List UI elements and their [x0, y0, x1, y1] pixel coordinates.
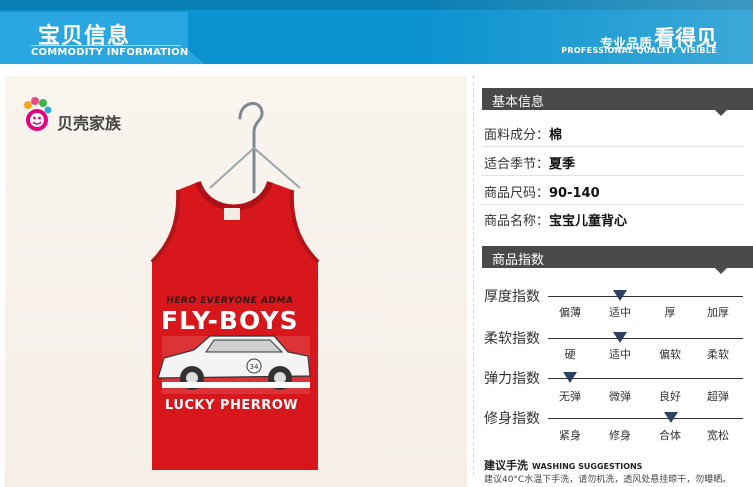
brand-logo-text: 贝壳家族 — [57, 114, 122, 133]
scale-line — [548, 378, 743, 379]
row-divider — [482, 175, 744, 176]
indices-heading-arrow — [715, 268, 727, 274]
header-subtitle: COMMODITY INFORMATION — [31, 47, 189, 58]
scale-option: 厚 — [664, 306, 676, 319]
info-value: 宝宝儿童背心 — [549, 214, 628, 229]
scale-option: 紧身 — [559, 429, 581, 442]
basic-info-heading-text: 基本信息 — [492, 95, 545, 110]
info-row-name: 商品名称：宝宝儿童背心 — [484, 210, 627, 229]
info-key: 面料成分： — [484, 128, 550, 143]
header-banner: 宝贝信息 COMMODITY INFORMATION 专业品质看得见 PROFE… — [0, 0, 753, 64]
info-row-material: 面料成分：棉 — [484, 124, 562, 143]
scale-option: 适中 — [609, 348, 631, 361]
scale-option: 适中 — [609, 306, 631, 319]
scale-label-thickness: 厚度指数 — [484, 289, 540, 305]
header-title-divider — [31, 45, 181, 46]
scale-option: 良好 — [659, 390, 681, 403]
washing-title-cn: 建议手洗 — [484, 459, 528, 472]
scale-line — [548, 338, 743, 339]
slogan-english: PROFESSIONAL QUALITY VISIBLE — [561, 46, 717, 55]
indices-heading: 商品指数 — [482, 246, 753, 268]
scale-marker-fit — [664, 412, 678, 423]
scale-option: 宽松 — [707, 429, 729, 442]
scale-marker-thickness — [613, 290, 627, 301]
print-bottom-text: LUCKY PHERROW — [165, 398, 299, 413]
scale-option: 硬 — [564, 348, 576, 361]
brand-logo-icon — [24, 97, 52, 131]
row-divider — [482, 146, 744, 147]
print-big-text: FLY-BOYS — [161, 306, 299, 335]
scale-label-fit: 修身指数 — [484, 411, 540, 427]
indices-heading-text: 商品指数 — [492, 253, 545, 268]
info-key: 商品名称： — [484, 214, 550, 229]
scale-option: 加厚 — [707, 306, 729, 319]
scale-option: 偏软 — [659, 348, 681, 361]
scale-label-elasticity: 弹力指数 — [484, 371, 540, 387]
dotted-divider — [473, 76, 474, 476]
basic-info-heading-arrow — [715, 110, 727, 116]
print-small-text: HERO EVERYONE ADMA — [165, 296, 294, 306]
row-divider — [482, 204, 744, 205]
scale-option: 偏薄 — [559, 306, 581, 319]
info-key: 商品尺码： — [484, 186, 550, 201]
info-value: 夏季 — [549, 157, 576, 172]
info-value: 90-140 — [549, 186, 600, 201]
scale-option: 修身 — [609, 429, 631, 442]
scale-line — [548, 296, 743, 297]
washing-title-en: WASHING SUGGESTIONS — [532, 462, 643, 471]
scale-label-softness: 柔软指数 — [484, 331, 540, 347]
scale-option: 柔软 — [707, 348, 729, 361]
car-number: 34 — [250, 363, 259, 371]
scale-marker-elasticity — [563, 372, 577, 383]
washing-text: 建议40°C水温下手洗，请勿机洗，透风处悬挂晾干，勿曝晒。 — [484, 475, 732, 485]
washing-title: 建议手洗 WASHING SUGGESTIONS — [484, 457, 642, 473]
header-tab-notch — [186, 48, 204, 64]
basic-info-heading: 基本信息 — [482, 88, 753, 110]
info-key: 适合季节： — [484, 157, 550, 172]
info-row-size: 商品尺码：90-140 — [484, 182, 600, 201]
scale-option: 合体 — [659, 429, 681, 442]
info-row-season: 适合季节：夏季 — [484, 153, 575, 172]
scale-option: 超弹 — [707, 390, 729, 403]
scale-line — [548, 418, 743, 419]
scale-option: 无弹 — [559, 390, 581, 403]
info-value: 棉 — [549, 128, 563, 143]
scale-marker-softness — [613, 332, 627, 343]
scale-option: 微弹 — [609, 390, 631, 403]
